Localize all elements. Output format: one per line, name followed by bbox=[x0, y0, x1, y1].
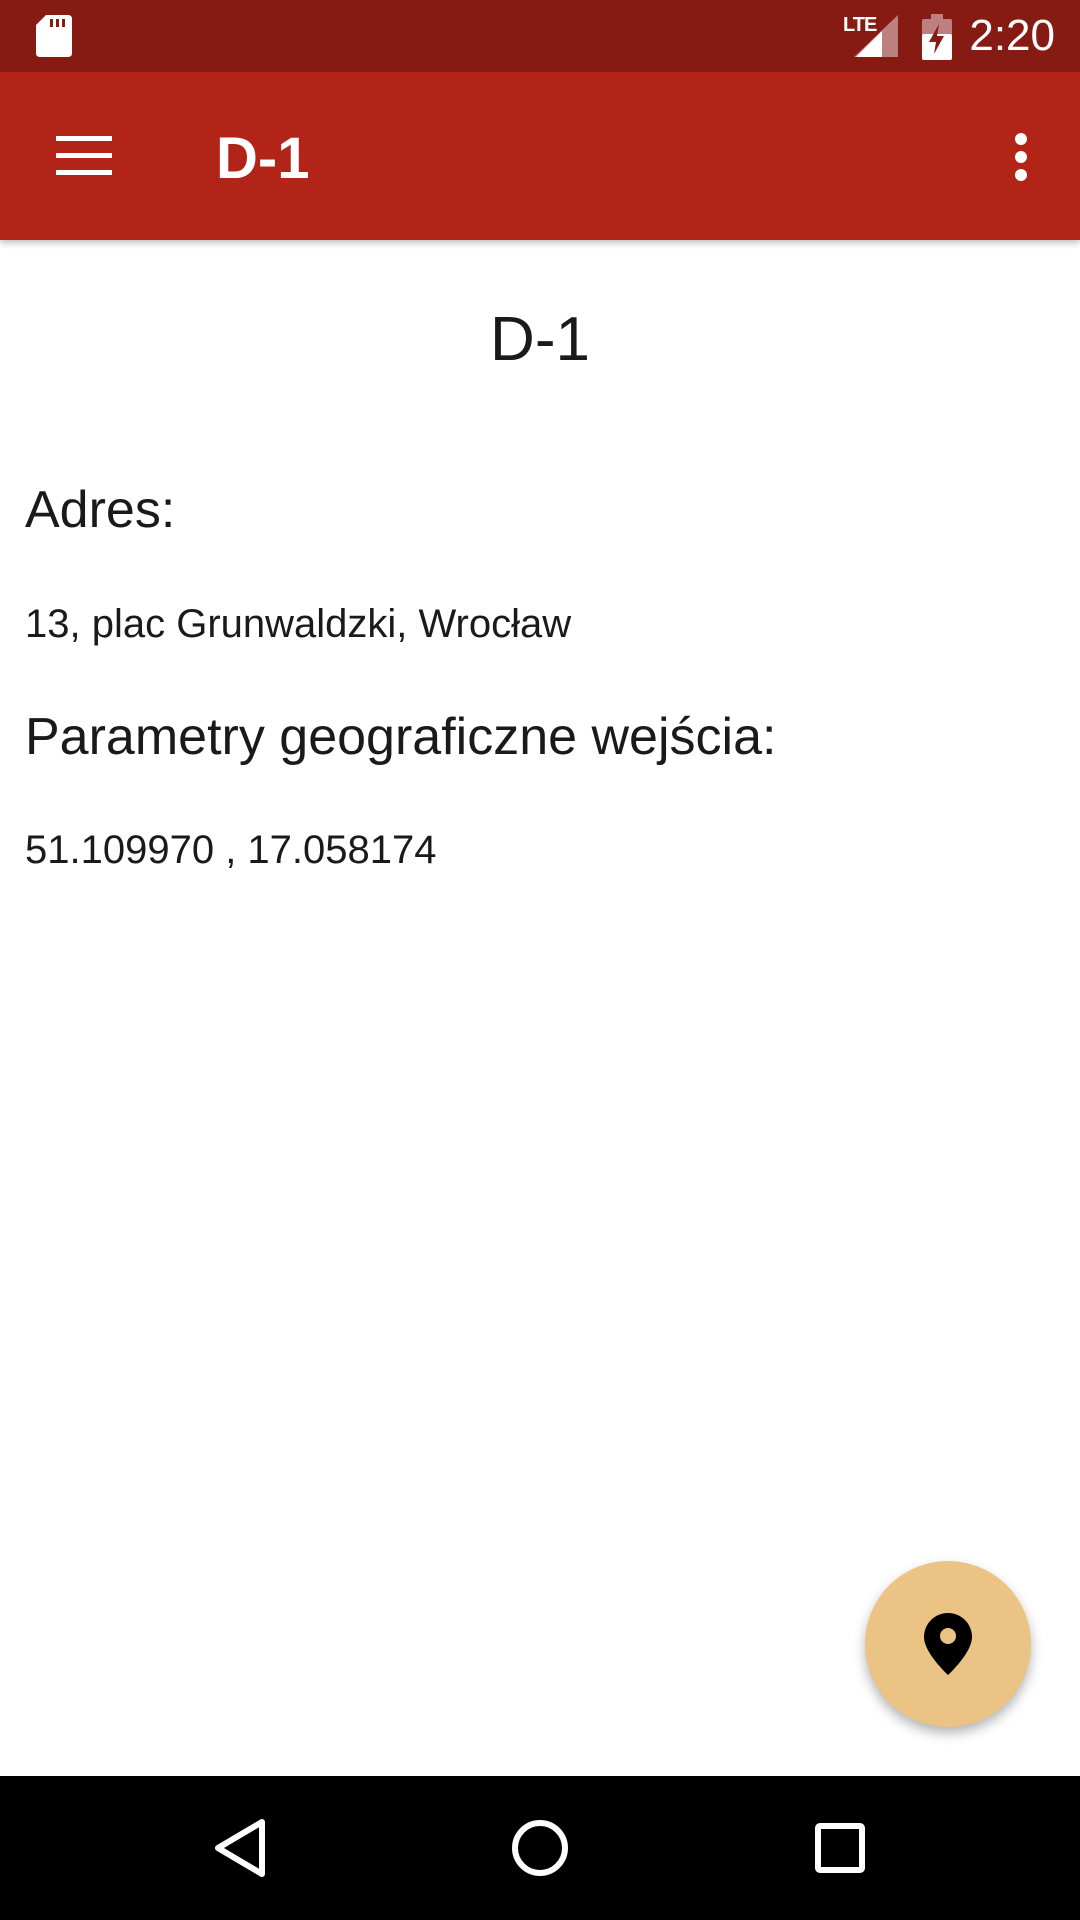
home-button[interactable] bbox=[480, 1800, 600, 1896]
content-area: D-1 Adres: 13, plac Grunwaldzki, Wrocław… bbox=[0, 240, 1080, 1776]
recents-icon bbox=[815, 1823, 865, 1873]
page-title: D-1 bbox=[216, 126, 310, 191]
locate-fab-button[interactable] bbox=[865, 1561, 1031, 1727]
status-bar: LTE 2:20 bbox=[0, 0, 1080, 72]
geo-value: 51.109970 , 17.058174 bbox=[25, 828, 437, 872]
hamburger-menu-icon bbox=[56, 136, 112, 175]
location-pin-icon bbox=[924, 1613, 972, 1675]
recents-button[interactable] bbox=[780, 1800, 900, 1896]
battery-charging-icon bbox=[922, 14, 952, 60]
menu-button[interactable] bbox=[36, 112, 132, 200]
overflow-menu-button[interactable] bbox=[992, 112, 1056, 200]
back-icon bbox=[215, 1819, 265, 1877]
app-bar: D-1 bbox=[0, 72, 1080, 240]
signal-icon bbox=[854, 15, 898, 57]
overflow-menu-icon bbox=[1015, 133, 1027, 181]
home-icon bbox=[512, 1820, 568, 1876]
address-label: Adres: bbox=[25, 481, 176, 539]
sd-card-icon bbox=[36, 15, 72, 57]
geo-label: Parametry geograficzne wejścia: bbox=[25, 708, 777, 766]
content-heading: D-1 bbox=[490, 305, 590, 374]
address-value: 13, plac Grunwaldzki, Wrocław bbox=[25, 602, 572, 646]
clock: 2:20 bbox=[969, 11, 1055, 60]
navigation-bar bbox=[0, 1776, 1080, 1920]
back-button[interactable] bbox=[180, 1800, 300, 1896]
